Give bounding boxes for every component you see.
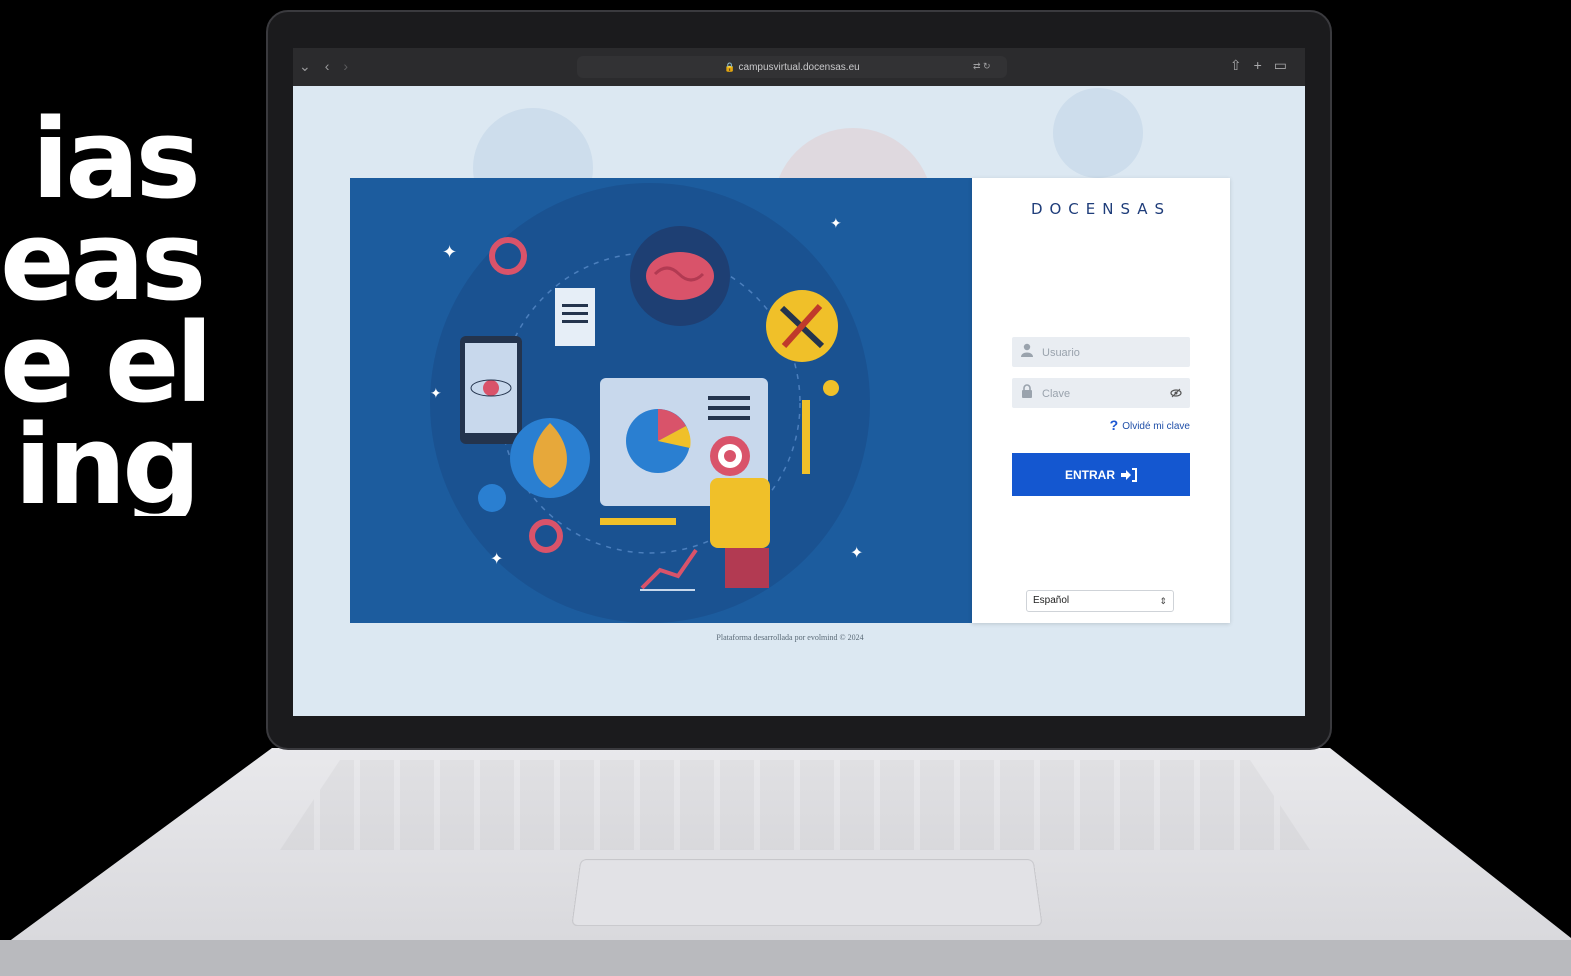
chevron-down-icon[interactable]: ⌄	[299, 58, 325, 74]
browser-actions: ⇧+▭	[1230, 57, 1299, 74]
enter-button[interactable]: ENTRAR	[1012, 453, 1190, 496]
browser-toolbar: ⌄‹› 🔒 campusvirtual.docensas.eu ⇄ ↻ ⇧+▭	[293, 48, 1305, 86]
browser-screen: ⌄‹› 🔒campusvirtual.docensas.eu ⇄ ↻ ⇧+▭	[293, 48, 1305, 716]
keyboard	[280, 760, 1310, 850]
new-tab-icon[interactable]: +	[1254, 57, 1274, 73]
forward-icon[interactable]: ›	[343, 58, 362, 74]
svg-text:✦: ✦	[430, 385, 442, 401]
back-icon[interactable]: ‹	[325, 58, 344, 74]
username-field[interactable]	[1012, 337, 1190, 369]
url-text: campusvirtual.docensas.eu	[738, 62, 860, 73]
user-icon	[1021, 343, 1033, 357]
address-bar[interactable]: 🔒 campusvirtual.docensas.eu	[577, 56, 1007, 78]
education-illustration: ✦ ✦ ✦ ✦ ✦	[430, 183, 870, 623]
browser-nav: ⌄‹›	[299, 58, 362, 75]
forgot-password-link[interactable]: ? Olvidé mi clave	[1110, 417, 1190, 433]
password-field[interactable]	[1012, 378, 1190, 410]
language-selected-value: Español	[1033, 595, 1070, 606]
docensas-logo: DOCENSAS	[972, 200, 1230, 218]
translate-reload-icons[interactable]: ⇄ ↻	[973, 61, 991, 72]
headline-line-2: eas	[0, 197, 206, 325]
svg-text:✦: ✦	[490, 551, 503, 568]
headline-line-3: e el	[0, 299, 213, 427]
laptop-base-front	[0, 940, 1571, 976]
platform-footer: Plataforma desarrollada por evolmind © 2…	[716, 633, 864, 642]
svg-text:✦: ✦	[442, 242, 457, 262]
tabs-icon[interactable]: ▭	[1274, 57, 1299, 73]
username-input[interactable]	[1040, 337, 1174, 369]
headline-line-1: ias	[31, 108, 201, 223]
lock-icon: 🔒	[724, 62, 736, 72]
lock-icon	[1022, 384, 1032, 398]
show-password-icon[interactable]	[1170, 387, 1182, 399]
trackpad	[571, 859, 1043, 927]
language-select[interactable]: Español ⇕	[1026, 590, 1174, 612]
headline: ias eas e el ing	[0, 108, 272, 516]
sign-in-icon	[1121, 467, 1137, 482]
password-input[interactable]	[1040, 378, 1174, 410]
background-blob	[1053, 88, 1143, 178]
question-icon: ?	[1109, 417, 1119, 433]
login-panel: DOCENSAS ?Olvidé mi clave ENTRAR	[972, 178, 1230, 623]
select-arrows-icon: ⇕	[1159, 596, 1167, 606]
share-icon[interactable]: ⇧	[1230, 57, 1254, 73]
logo-text: DOCENSAS	[1030, 200, 1172, 218]
svg-text:✦: ✦	[830, 215, 842, 231]
svg-text:✦: ✦	[850, 545, 863, 562]
illustration-panel: ✦ ✦ ✦ ✦ ✦	[350, 178, 972, 623]
headline-line-4: ing	[14, 401, 201, 516]
forgot-password-label: Olvidé mi clave	[1122, 421, 1190, 432]
enter-button-label: ENTRAR	[1065, 467, 1115, 482]
